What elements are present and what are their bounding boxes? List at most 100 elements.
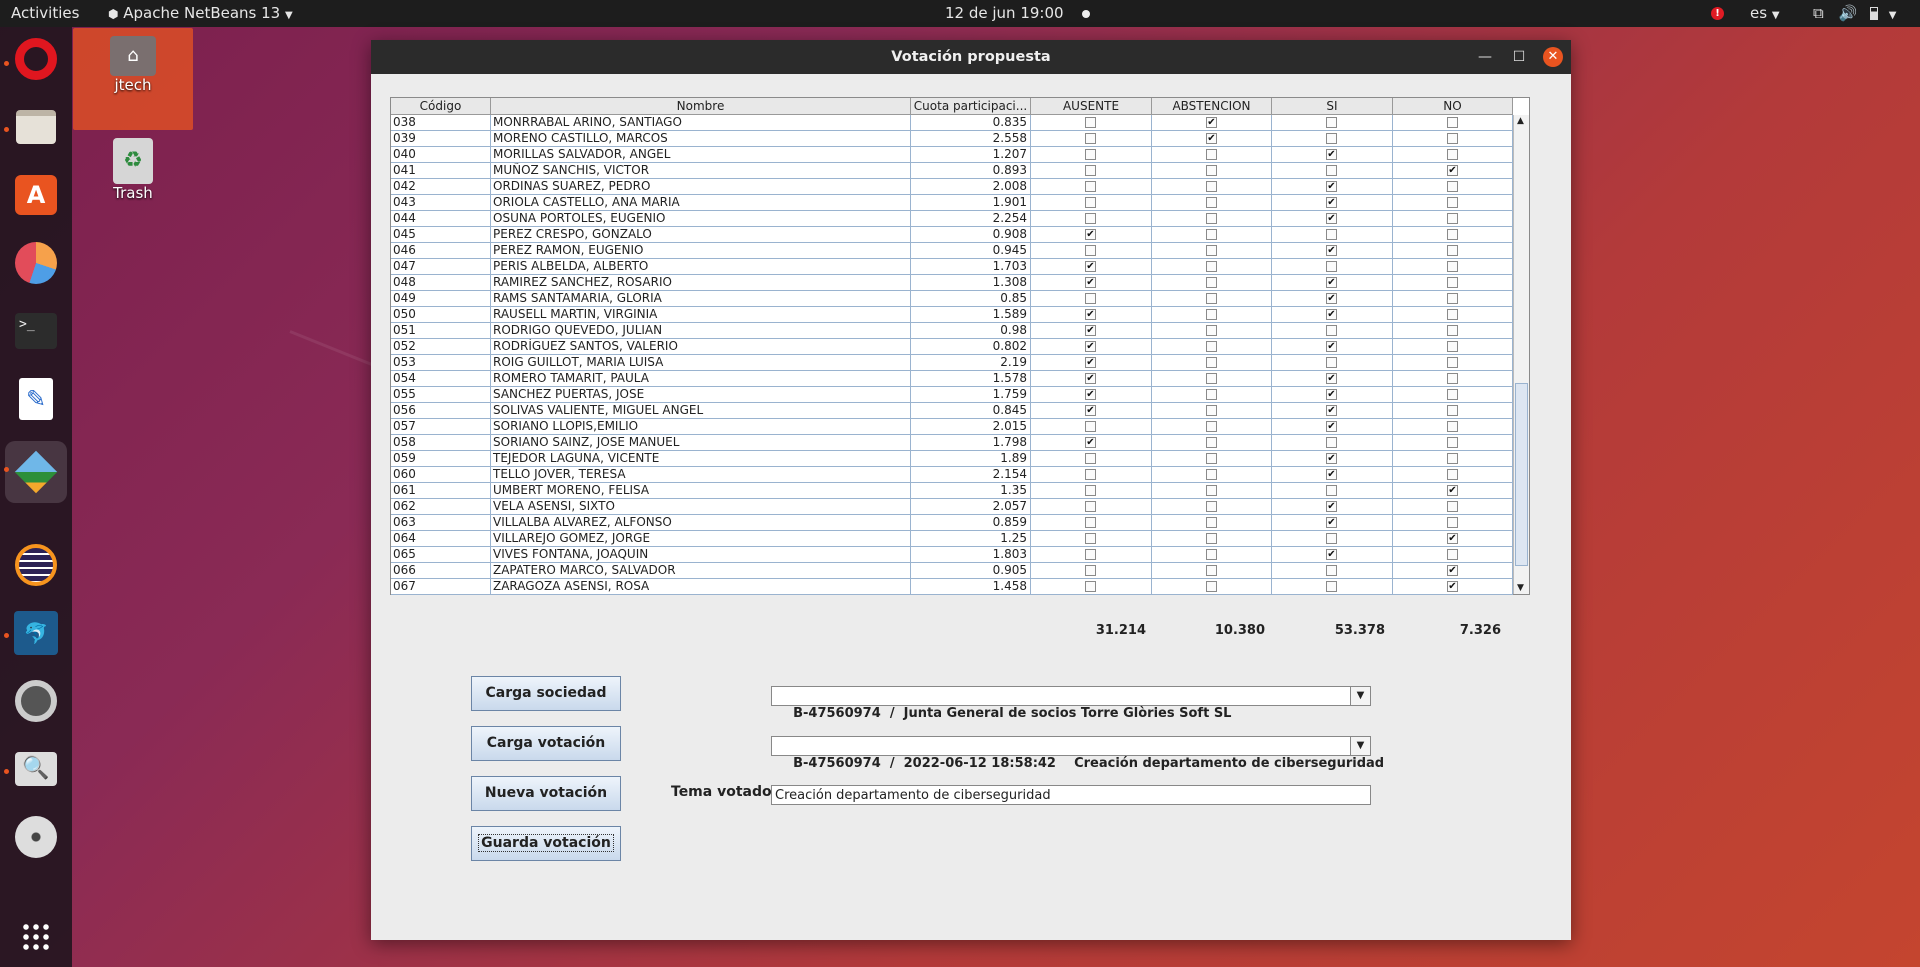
abstencion-checkbox[interactable]: [1206, 453, 1217, 464]
table-row[interactable]: 066 ZAPATERO MARCO, SALVADOR 0.905 ✔: [391, 563, 1513, 579]
code-cell[interactable]: 066: [391, 563, 491, 578]
code-cell[interactable]: 053: [391, 355, 491, 370]
cuota-cell[interactable]: 1.703: [911, 259, 1031, 274]
no-checkbox[interactable]: [1447, 325, 1458, 336]
image-viewer-icon[interactable]: 🔍: [12, 745, 60, 793]
sociedad-combo[interactable]: B-47560974 / Junta General de socios Tor…: [771, 686, 1371, 721]
table-row[interactable]: 051 RODRIGO QUEVEDO, JULIAN 0.98 ✔: [391, 323, 1513, 339]
abstencion-checkbox[interactable]: [1206, 373, 1217, 384]
no-checkbox[interactable]: [1447, 357, 1458, 368]
si-checkbox[interactable]: ✔: [1326, 389, 1337, 400]
table-row[interactable]: 044 OSUNA PORTOLES, EUGENIO 2.254 ✔: [391, 211, 1513, 227]
abstencion-checkbox[interactable]: [1206, 581, 1217, 592]
si-checkbox[interactable]: ✔: [1326, 341, 1337, 352]
code-cell[interactable]: 058: [391, 435, 491, 450]
abstencion-checkbox[interactable]: [1206, 437, 1217, 448]
code-cell[interactable]: 063: [391, 515, 491, 530]
abstencion-checkbox[interactable]: [1206, 309, 1217, 320]
table-row[interactable]: 046 PEREZ RAMON, EUGENIO 0.945 ✔: [391, 243, 1513, 259]
name-cell[interactable]: PEREZ RAMON, EUGENIO: [491, 243, 911, 258]
no-checkbox[interactable]: [1447, 405, 1458, 416]
no-checkbox[interactable]: ✔: [1447, 485, 1458, 496]
code-cell[interactable]: 055: [391, 387, 491, 402]
ausente-checkbox[interactable]: ✔: [1085, 389, 1096, 400]
cuota-cell[interactable]: 2.154: [911, 467, 1031, 482]
name-cell[interactable]: SORIANO SAINZ, JOSE MANUEL: [491, 435, 911, 450]
si-checkbox[interactable]: ✔: [1326, 469, 1337, 480]
si-checkbox[interactable]: ✔: [1326, 549, 1337, 560]
name-cell[interactable]: SANCHEZ PUERTAS, JOSE: [491, 387, 911, 402]
ausente-checkbox[interactable]: [1085, 421, 1096, 432]
ausente-checkbox[interactable]: [1085, 581, 1096, 592]
name-cell[interactable]: RAUSELL MARTIN, VIRGINIA: [491, 307, 911, 322]
carga-votacion-button[interactable]: Carga votación: [471, 726, 621, 761]
activities-button[interactable]: Activities: [11, 0, 79, 27]
app-menu[interactable]: ⬢ Apache NetBeans 13 ▼: [108, 0, 293, 27]
column-header-cuota[interactable]: Cuota participaci...: [911, 98, 1031, 115]
netbeans-icon[interactable]: [5, 441, 67, 503]
code-cell[interactable]: 041: [391, 163, 491, 178]
code-cell[interactable]: 054: [391, 371, 491, 386]
name-cell[interactable]: ZARAGOZA ASENSI, ROSA: [491, 579, 911, 594]
ausente-checkbox[interactable]: [1085, 533, 1096, 544]
cuota-cell[interactable]: 0.85: [911, 291, 1031, 306]
code-cell[interactable]: 050: [391, 307, 491, 322]
abstencion-checkbox[interactable]: [1206, 341, 1217, 352]
si-checkbox[interactable]: ✔: [1326, 373, 1337, 384]
abstencion-checkbox[interactable]: [1206, 485, 1217, 496]
no-checkbox[interactable]: [1447, 453, 1458, 464]
cuota-cell[interactable]: 1.458: [911, 579, 1031, 594]
column-header-abstencion[interactable]: ABSTENCION: [1152, 98, 1272, 115]
ausente-checkbox[interactable]: ✔: [1085, 405, 1096, 416]
abstencion-checkbox[interactable]: [1206, 213, 1217, 224]
abstencion-checkbox[interactable]: [1206, 325, 1217, 336]
ausente-checkbox[interactable]: [1085, 245, 1096, 256]
ausente-checkbox[interactable]: [1085, 549, 1096, 560]
no-checkbox[interactable]: [1447, 213, 1458, 224]
code-cell[interactable]: 060: [391, 467, 491, 482]
name-cell[interactable]: SORIANO LLOPIS,EMILIO: [491, 419, 911, 434]
ausente-checkbox[interactable]: ✔: [1085, 341, 1096, 352]
no-checkbox[interactable]: [1447, 149, 1458, 160]
chevron-down-icon[interactable]: ▼: [1350, 737, 1370, 755]
code-cell[interactable]: 064: [391, 531, 491, 546]
cuota-cell[interactable]: 1.589: [911, 307, 1031, 322]
ausente-checkbox[interactable]: [1085, 181, 1096, 192]
name-cell[interactable]: MONRRABAL ARINO, SANTIAGO: [491, 115, 911, 130]
name-cell[interactable]: UMBERT MORENO, FELISA: [491, 483, 911, 498]
cuota-cell[interactable]: 1.35: [911, 483, 1031, 498]
scroll-up-icon[interactable]: ▲: [1517, 116, 1524, 126]
text-editor-icon[interactable]: ✎: [12, 375, 60, 423]
close-icon[interactable]: ✕: [1543, 47, 1563, 67]
si-checkbox[interactable]: ✔: [1326, 277, 1337, 288]
cuota-cell[interactable]: 0.802: [911, 339, 1031, 354]
code-cell[interactable]: 051: [391, 323, 491, 338]
table-row[interactable]: 057 SORIANO LLOPIS,EMILIO 2.015 ✔: [391, 419, 1513, 435]
name-cell[interactable]: ORDINAS SUAREZ, PEDRO: [491, 179, 911, 194]
nueva-votacion-button[interactable]: Nueva votación: [471, 776, 621, 811]
code-cell[interactable]: 044: [391, 211, 491, 226]
table-row[interactable]: 043 ORIOLA CASTELLO, ANA MARIA 1.901 ✔: [391, 195, 1513, 211]
table-row[interactable]: 065 VIVES FONTANA, JOAQUIN 1.803 ✔: [391, 547, 1513, 563]
cuota-cell[interactable]: 0.859: [911, 515, 1031, 530]
cuota-cell[interactable]: 1.803: [911, 547, 1031, 562]
name-cell[interactable]: MORILLAS SALVADOR, ANGEL: [491, 147, 911, 162]
abstencion-checkbox[interactable]: [1206, 357, 1217, 368]
no-checkbox[interactable]: ✔: [1447, 165, 1458, 176]
cuota-cell[interactable]: 2.057: [911, 499, 1031, 514]
no-checkbox[interactable]: [1447, 341, 1458, 352]
no-checkbox[interactable]: [1447, 309, 1458, 320]
no-checkbox[interactable]: [1447, 181, 1458, 192]
table-row[interactable]: 042 ORDINAS SUAREZ, PEDRO 2.008 ✔: [391, 179, 1513, 195]
table-row[interactable]: 062 VELA ASENSI, SIXTO 2.057 ✔: [391, 499, 1513, 515]
ausente-checkbox[interactable]: [1085, 517, 1096, 528]
table-row[interactable]: 055 SANCHEZ PUERTAS, JOSE 1.759 ✔ ✔: [391, 387, 1513, 403]
no-checkbox[interactable]: [1447, 389, 1458, 400]
table-row[interactable]: 060 TELLO JOVER, TERESA 2.154 ✔: [391, 467, 1513, 483]
si-checkbox[interactable]: ✔: [1326, 181, 1337, 192]
table-row[interactable]: 050 RAUSELL MARTIN, VIRGINIA 1.589 ✔ ✔: [391, 307, 1513, 323]
cuota-cell[interactable]: 1.901: [911, 195, 1031, 210]
cuota-cell[interactable]: 1.89: [911, 451, 1031, 466]
code-cell[interactable]: 048: [391, 275, 491, 290]
code-cell[interactable]: 042: [391, 179, 491, 194]
